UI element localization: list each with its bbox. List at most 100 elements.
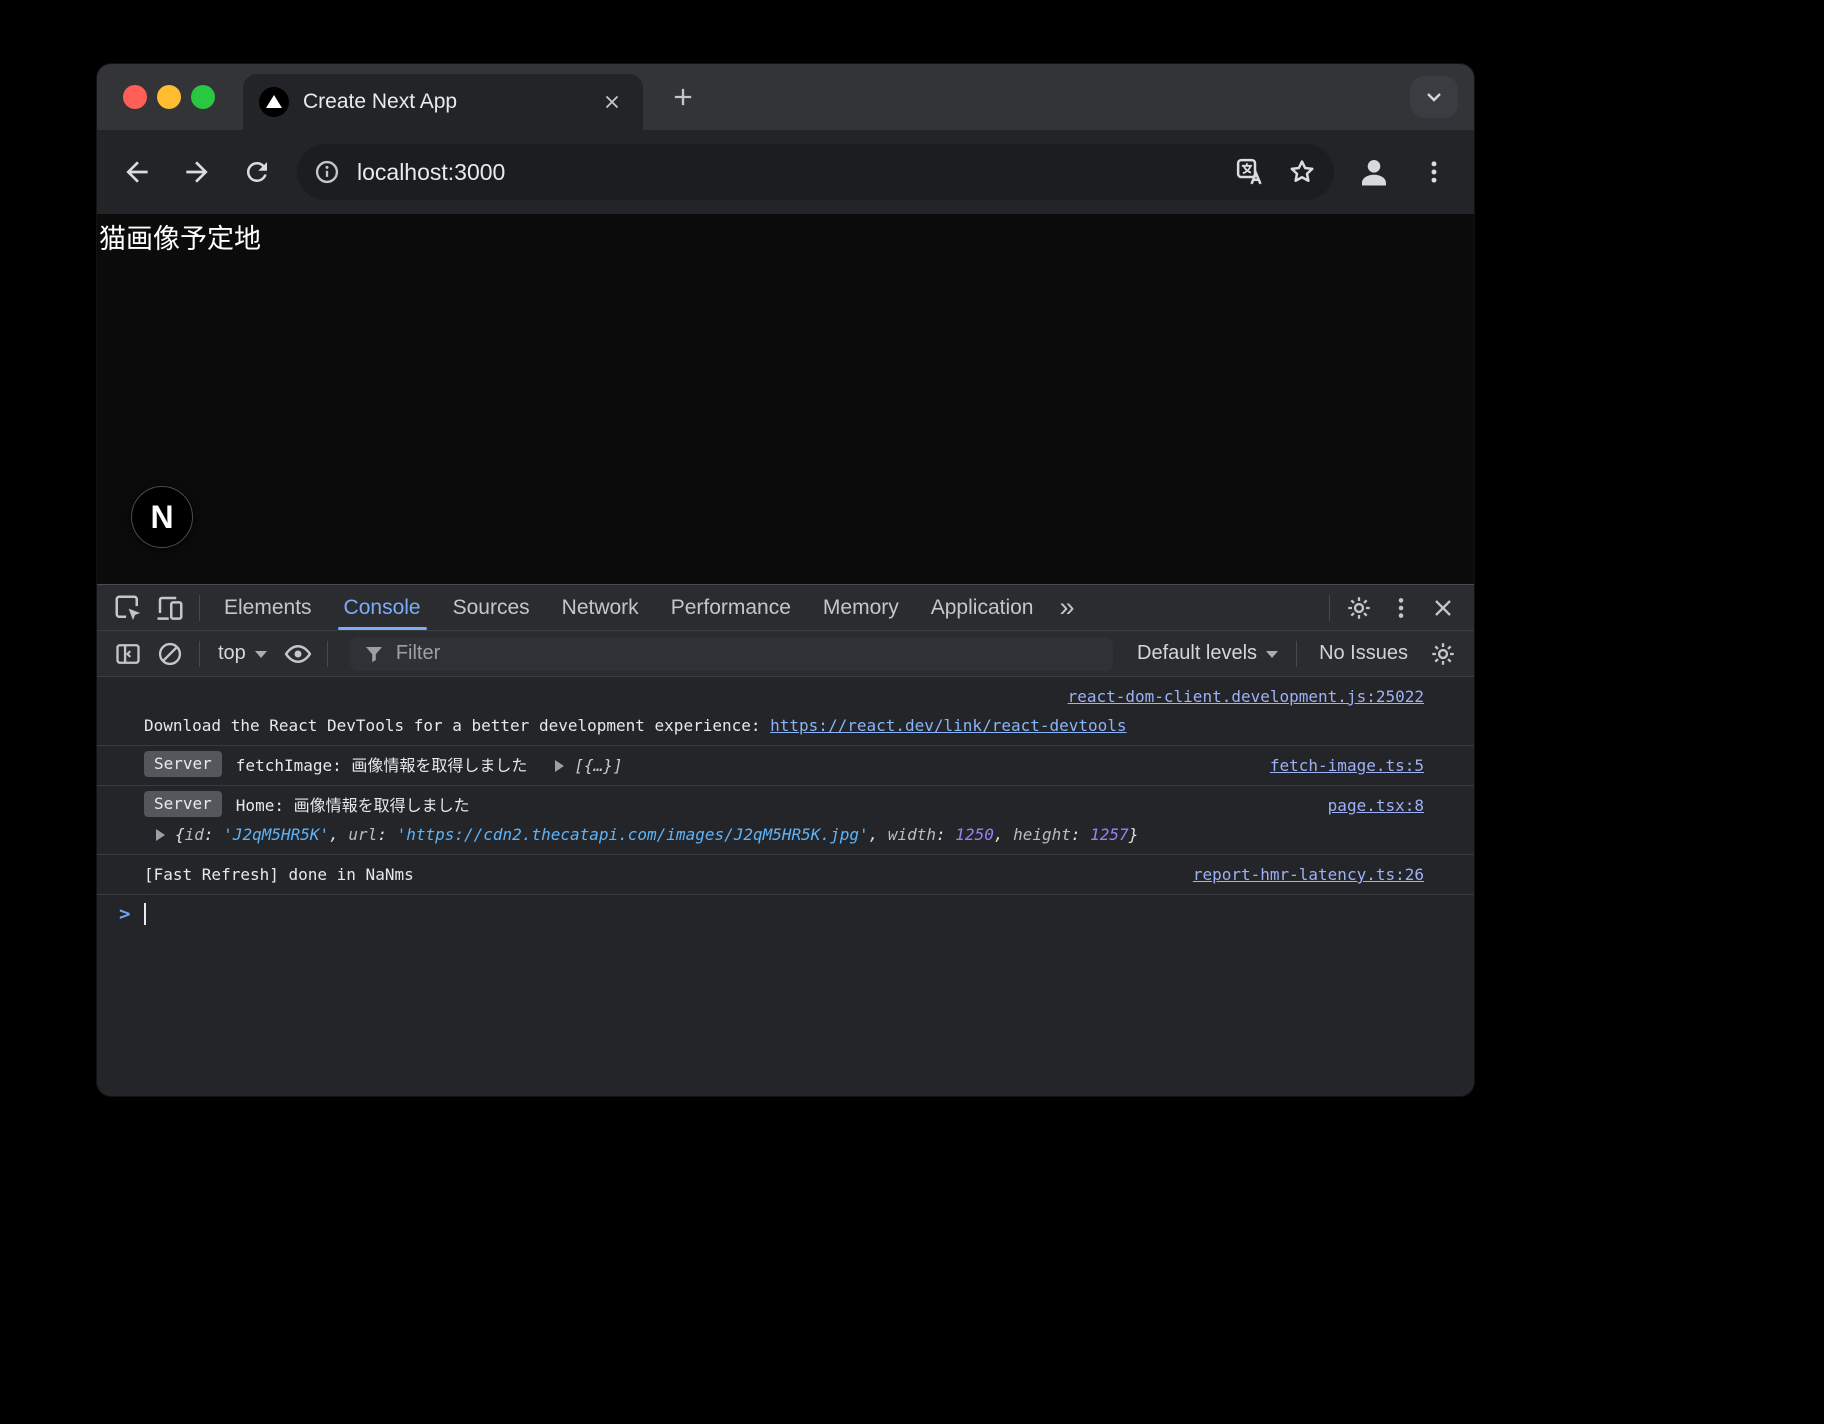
minimize-window-button[interactable] [157, 85, 181, 109]
devtools-tab-performance[interactable]: Performance [655, 585, 807, 630]
expand-triangle-icon[interactable] [555, 760, 564, 772]
console-sidebar-icon[interactable] [107, 634, 149, 674]
react-devtools-link[interactable]: https://react.dev/link/react-devtools [770, 716, 1126, 735]
token: } [1129, 825, 1139, 844]
more-tabs-icon[interactable] [1049, 592, 1084, 623]
filter-funnel-icon [362, 642, 386, 666]
profile-avatar[interactable] [1350, 148, 1398, 196]
nextjs-favicon-icon [259, 87, 289, 117]
source-link[interactable]: fetch-image.ts:5 [1246, 751, 1424, 780]
divider [1296, 641, 1297, 667]
device-toolbar-icon[interactable] [149, 588, 191, 628]
console-message-text: Home: 画像情報を取得しました [236, 791, 470, 820]
console-message: Server Home: 画像情報を取得しました page.tsx:8 {id:… [97, 786, 1474, 855]
close-window-button[interactable] [123, 85, 147, 109]
page-viewport: 猫画像予定地 N [97, 214, 1474, 584]
server-badge: Server [144, 751, 222, 777]
source-link[interactable]: page.tsx:8 [1304, 791, 1424, 820]
token: url [348, 825, 377, 844]
token: : [936, 825, 955, 844]
new-tab-button[interactable] [663, 77, 703, 117]
devtools-tab-bar: Elements Console Sources Network Perform… [97, 585, 1474, 631]
expand-triangle-icon[interactable] [156, 829, 165, 841]
devtools-settings-gear-icon[interactable] [1338, 588, 1380, 628]
console-message: react-dom-client.development.js:25022 Do… [97, 677, 1474, 746]
browser-menu-kebab-icon[interactable] [1410, 148, 1458, 196]
divider [199, 641, 200, 667]
devtools-close-icon[interactable] [1422, 588, 1464, 628]
console-settings-gear-icon[interactable] [1422, 634, 1464, 674]
token: , [994, 825, 1013, 844]
object-preview[interactable]: [{…}] [574, 751, 622, 780]
divider [1329, 595, 1330, 621]
address-bar[interactable]: localhost:3000 [297, 144, 1334, 200]
traffic-lights [97, 85, 215, 109]
browser-toolbar: localhost:3000 [97, 130, 1474, 214]
site-info-icon[interactable] [305, 150, 349, 194]
devtools-panel: Elements Console Sources Network Perform… [97, 584, 1474, 1096]
devtools-menu-kebab-icon[interactable] [1380, 588, 1422, 628]
token: 1257 [1090, 825, 1129, 844]
console-message-text: [Fast Refresh] done in NaNms [144, 860, 414, 889]
divider [199, 595, 200, 621]
tab-title: Create Next App [303, 90, 581, 114]
token: : [204, 825, 223, 844]
devtools-tab-memory[interactable]: Memory [807, 585, 915, 630]
console-message: [Fast Refresh] done in NaNms report-hmr-… [97, 855, 1474, 895]
devtools-tab-elements[interactable]: Elements [208, 585, 328, 630]
token: , [329, 825, 348, 844]
token: : [377, 825, 396, 844]
translate-icon[interactable] [1228, 150, 1272, 194]
devtools-tab-sources[interactable]: Sources [437, 585, 546, 630]
tab-strip: Create Next App [97, 64, 1474, 130]
console-message-text: Download the React DevTools for a better… [144, 716, 770, 735]
source-link[interactable]: react-dom-client.development.js:25022 [1068, 687, 1424, 706]
token: 'J2qM5HR5K' [223, 825, 329, 844]
console-filter-input[interactable]: Filter [350, 637, 1113, 671]
devtools-tab-network[interactable]: Network [546, 585, 655, 630]
chevron-down-icon [255, 651, 267, 658]
token: : [1071, 825, 1090, 844]
token: { [175, 825, 185, 844]
token: 'https://cdn2.thecatapi.com/images/J2qM5… [397, 825, 869, 844]
url-text: localhost:3000 [357, 159, 1220, 186]
browser-tab[interactable]: Create Next App [243, 74, 643, 130]
cat-image-placeholder-text: 猫画像予定地 [99, 222, 1474, 256]
devtools-tab-console[interactable]: Console [328, 585, 437, 630]
prompt-chevron-icon [119, 903, 130, 925]
console-log: react-dom-client.development.js:25022 Do… [97, 677, 1474, 1096]
fullscreen-window-button[interactable] [191, 85, 215, 109]
log-levels-label: Default levels [1137, 642, 1257, 665]
browser-window: Create Next App localhost:3000 [97, 64, 1474, 1096]
execution-context-selector[interactable]: top [208, 642, 277, 665]
inspect-element-icon[interactable] [107, 588, 149, 628]
chevron-down-icon [1266, 651, 1278, 658]
tab-close-icon[interactable] [595, 85, 629, 119]
token: id [185, 825, 204, 844]
console-message-text: fetchImage: 画像情報を取得しました [236, 751, 528, 780]
bookmark-star-icon[interactable] [1280, 150, 1324, 194]
issues-counter[interactable]: No Issues [1305, 642, 1422, 665]
token: , [869, 825, 888, 844]
back-button[interactable] [113, 148, 161, 196]
console-prompt[interactable] [97, 895, 1474, 933]
forward-button[interactable] [173, 148, 221, 196]
token: height [1013, 825, 1071, 844]
tab-search-button[interactable] [1410, 76, 1458, 118]
live-expression-eye-icon[interactable] [277, 634, 319, 674]
token: width [888, 825, 936, 844]
context-label: top [218, 642, 246, 665]
console-toolbar: top Filter Default levels No Issues [97, 631, 1474, 677]
text-cursor [144, 903, 146, 925]
filter-placeholder: Filter [396, 642, 440, 665]
server-badge: Server [144, 791, 222, 817]
divider [327, 641, 328, 667]
clear-console-icon[interactable] [149, 634, 191, 674]
log-levels-dropdown[interactable]: Default levels [1127, 642, 1288, 665]
source-link[interactable]: report-hmr-latency.ts:26 [1169, 860, 1424, 889]
nextjs-dev-indicator[interactable]: N [131, 486, 193, 548]
reload-button[interactable] [233, 148, 281, 196]
token: 1250 [955, 825, 994, 844]
object-preview[interactable]: {id: 'J2qM5HR5K', url: 'https://cdn2.the… [175, 820, 1138, 849]
devtools-tab-application[interactable]: Application [915, 585, 1050, 630]
